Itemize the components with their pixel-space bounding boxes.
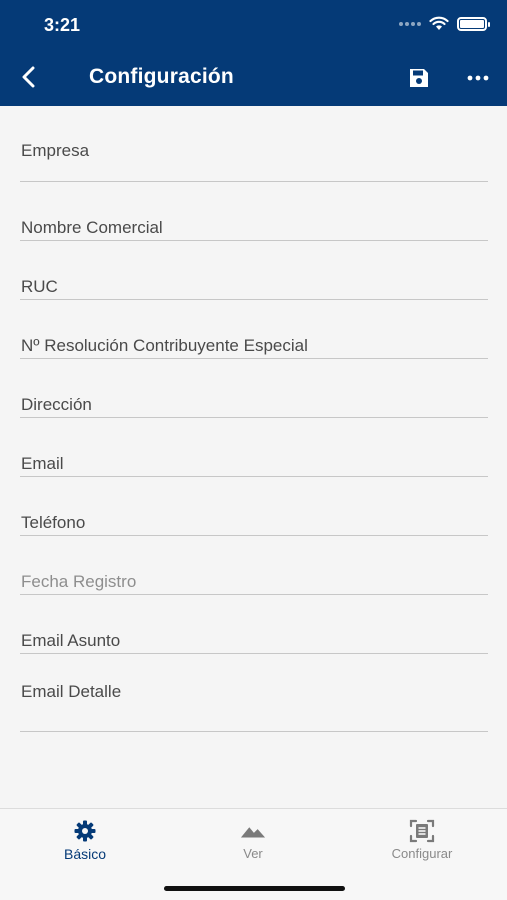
tab-ver[interactable]: Ver — [193, 819, 313, 869]
field-label: Email — [21, 454, 64, 473]
field-resolucion-contribuyente[interactable]: Nº Resolución Contribuyente Especial — [20, 300, 488, 359]
field-nombre-comercial[interactable]: Nombre Comercial — [20, 182, 488, 241]
field-label: Nº Resolución Contribuyente Especial — [21, 336, 308, 355]
tab-basico[interactable]: Básico — [25, 819, 145, 869]
mountain-icon — [240, 819, 266, 843]
field-label: Empresa — [21, 141, 90, 160]
scan-document-icon — [409, 819, 435, 843]
field-label: Email Detalle — [21, 682, 122, 701]
field-telefono[interactable]: Teléfono — [20, 477, 488, 536]
field-fecha-registro: Fecha Registro — [20, 536, 488, 595]
field-label: Email Asunto — [21, 631, 121, 650]
battery-icon — [457, 16, 490, 31]
status-bar: 3:21 — [0, 0, 507, 50]
tab-label: Configurar — [391, 846, 453, 861]
save-icon — [410, 69, 428, 87]
tab-label: Básico — [63, 846, 107, 862]
tab-label: Ver — [243, 846, 263, 861]
field-direccion[interactable]: Dirección — [20, 359, 488, 418]
field-label: Teléfono — [21, 513, 86, 532]
field-email-detalle[interactable]: Email Detalle — [20, 654, 488, 732]
settings-form: Empresa Nombre Comercial RUC Nº Resoluci… — [20, 106, 488, 732]
wifi-icon — [429, 16, 449, 30]
field-label: Fecha Registro — [21, 572, 137, 591]
field-email[interactable]: Email — [20, 418, 488, 477]
field-label: RUC — [21, 277, 58, 296]
app-header: 3:21 Configuración — [0, 0, 507, 106]
chevron-left-icon — [22, 66, 35, 88]
gear-icon — [72, 819, 98, 843]
status-time: 3:21 — [44, 15, 81, 35]
back-button[interactable] — [14, 62, 44, 92]
app-bar: Configuración — [0, 50, 507, 106]
more-options-button[interactable] — [462, 64, 494, 92]
field-label: Dirección — [21, 395, 92, 414]
field-ruc[interactable]: RUC — [20, 241, 488, 300]
status-icons — [399, 16, 490, 31]
tab-configurar[interactable]: Configurar — [362, 819, 482, 869]
save-button[interactable] — [404, 64, 434, 92]
cellular-signal-icon — [399, 21, 421, 26]
home-indicator — [164, 886, 345, 891]
page-title: Configuración — [89, 65, 234, 88]
field-label: Nombre Comercial — [21, 218, 163, 237]
field-email-asunto[interactable]: Email Asunto — [20, 595, 488, 654]
more-horizontal-icon — [467, 75, 489, 81]
field-empresa[interactable]: Empresa — [20, 106, 488, 182]
